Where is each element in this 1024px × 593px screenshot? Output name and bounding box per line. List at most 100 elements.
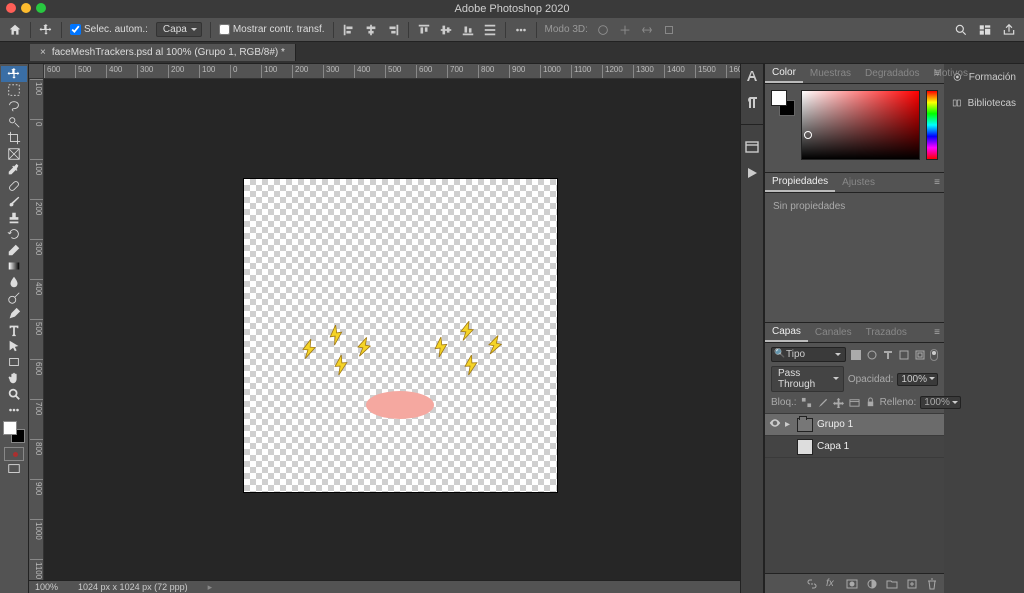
search-icon[interactable]: [954, 23, 968, 37]
eyedropper-tool[interactable]: [1, 162, 27, 178]
path-select-tool[interactable]: [1, 338, 27, 354]
type-tool[interactable]: [1, 322, 27, 338]
workspace-icon[interactable]: [978, 23, 992, 37]
color-picker-ring[interactable]: [804, 131, 812, 139]
show-transform-checkbox[interactable]: Mostrar contr. transf.: [219, 24, 325, 35]
eraser-tool[interactable]: [1, 242, 27, 258]
filter-type-icon[interactable]: [882, 349, 894, 361]
align-top-icon[interactable]: [417, 23, 431, 37]
ruler-vertical[interactable]: 100010020030040050060070080090010001100: [29, 79, 44, 580]
filter-shape-icon[interactable]: [898, 349, 910, 361]
lock-transparency-icon[interactable]: [801, 397, 812, 408]
align-vcenter-icon[interactable]: [439, 23, 453, 37]
layer-row[interactable]: ▸ Grupo 1: [765, 414, 944, 436]
libraries-panel-button[interactable]: Bibliotecas: [944, 90, 1024, 116]
delete-layer-icon[interactable]: [926, 578, 938, 590]
window-minimize-button[interactable]: [21, 3, 31, 13]
layer-list[interactable]: ▸ Grupo 1 Capa 1: [765, 414, 944, 573]
filter-toggle-icon[interactable]: [930, 349, 938, 361]
lasso-tool[interactable]: [1, 98, 27, 114]
home-icon[interactable]: [8, 23, 22, 37]
hand-tool[interactable]: [1, 370, 27, 386]
screen-mode-icon[interactable]: [1, 461, 27, 477]
layer-row[interactable]: Capa 1: [765, 436, 944, 458]
link-layers-icon[interactable]: [806, 578, 818, 590]
more-align-icon[interactable]: [514, 23, 528, 37]
rectangle-tool[interactable]: [1, 354, 27, 370]
crop-tool[interactable]: [1, 130, 27, 146]
canvas-viewport[interactable]: [44, 79, 740, 580]
doc-info[interactable]: 1024 px x 1024 px (72 ppp): [78, 582, 188, 592]
color-panel-swatches[interactable]: [771, 90, 795, 116]
opacity-field[interactable]: 100%: [897, 373, 938, 386]
tab-paths[interactable]: Trazados: [859, 324, 914, 341]
ruler-horizontal[interactable]: 6005004003002001000100200300400500600700…: [44, 64, 740, 79]
filter-adjust-icon[interactable]: [866, 349, 878, 361]
filter-smart-icon[interactable]: [914, 349, 926, 361]
tab-channels[interactable]: Canales: [808, 324, 859, 341]
zoom-tool[interactable]: [1, 386, 27, 402]
new-group-icon[interactable]: [886, 578, 898, 590]
canvas-area[interactable]: 6005004003002001000100200300400500600700…: [29, 64, 740, 593]
layer-filter-kind-dropdown[interactable]: Tipo: [771, 347, 846, 362]
pen-tool[interactable]: [1, 306, 27, 322]
filter-pixel-icon[interactable]: [850, 349, 862, 361]
gradient-tool[interactable]: [1, 258, 27, 274]
edit-toolbar-icon[interactable]: [1, 402, 27, 418]
new-layer-icon[interactable]: [906, 578, 918, 590]
dodge-tool[interactable]: [1, 290, 27, 306]
layer-name[interactable]: Grupo 1: [817, 419, 853, 430]
align-bottom-icon[interactable]: [461, 23, 475, 37]
align-left-icon[interactable]: [342, 23, 356, 37]
brush-tool[interactable]: [1, 194, 27, 210]
actions-panel-icon[interactable]: [744, 165, 760, 181]
window-close-button[interactable]: [6, 3, 16, 13]
window-zoom-button[interactable]: [36, 3, 46, 13]
layer-name[interactable]: Capa 1: [817, 441, 849, 452]
tab-swatches[interactable]: Muestras: [803, 65, 858, 82]
panel-menu-icon[interactable]: ≡: [934, 68, 940, 79]
align-hcenter-icon[interactable]: [364, 23, 378, 37]
panel-menu-icon[interactable]: ≡: [934, 327, 940, 338]
blur-tool[interactable]: [1, 274, 27, 290]
panel-menu-icon[interactable]: ≡: [934, 177, 940, 188]
zoom-level[interactable]: 100%: [35, 582, 58, 592]
history-panel-icon[interactable]: [744, 139, 760, 155]
lock-pixels-icon[interactable]: [817, 397, 828, 408]
lock-all-icon[interactable]: [865, 397, 876, 408]
foreground-color-swatch[interactable]: [3, 421, 17, 435]
adjustment-layer-icon[interactable]: [866, 578, 878, 590]
hue-slider[interactable]: [926, 90, 938, 160]
character-panel-icon[interactable]: [744, 68, 760, 84]
align-right-icon[interactable]: [386, 23, 400, 37]
history-brush-tool[interactable]: [1, 226, 27, 242]
color-swatches[interactable]: [3, 421, 25, 443]
disclosure-icon[interactable]: ▸: [785, 419, 793, 430]
blend-mode-dropdown[interactable]: Pass Through: [771, 366, 844, 392]
move-tool[interactable]: [1, 66, 27, 82]
tab-gradients[interactable]: Degradados: [858, 65, 926, 82]
stamp-tool[interactable]: [1, 210, 27, 226]
distribute-icon[interactable]: [483, 23, 497, 37]
auto-select-kind-dropdown[interactable]: Capa: [156, 22, 202, 37]
fg-color-swatch[interactable]: [771, 90, 787, 106]
paragraph-panel-icon[interactable]: [744, 94, 760, 110]
lock-nesting-icon[interactable]: [849, 397, 860, 408]
marquee-tool[interactable]: [1, 82, 27, 98]
tab-layers[interactable]: Capas: [765, 323, 808, 342]
auto-select-checkbox[interactable]: Selec. autom.:: [70, 24, 148, 35]
document-tab[interactable]: × faceMeshTrackers.psd al 100% (Grupo 1,…: [30, 44, 296, 61]
close-tab-icon[interactable]: ×: [40, 47, 46, 58]
fill-field[interactable]: 100%: [920, 396, 961, 409]
quick-select-tool[interactable]: [1, 114, 27, 130]
share-icon[interactable]: [1002, 23, 1016, 37]
quick-mask-toggle[interactable]: [4, 447, 24, 461]
color-field[interactable]: [801, 90, 920, 160]
layer-fx-icon[interactable]: fx: [826, 578, 838, 590]
healing-tool[interactable]: [1, 178, 27, 194]
frame-tool[interactable]: [1, 146, 27, 162]
lock-position-icon[interactable]: [833, 397, 844, 408]
tab-properties[interactable]: Propiedades: [765, 173, 835, 192]
ruler-origin[interactable]: [29, 64, 44, 79]
tab-color[interactable]: Color: [765, 64, 803, 83]
